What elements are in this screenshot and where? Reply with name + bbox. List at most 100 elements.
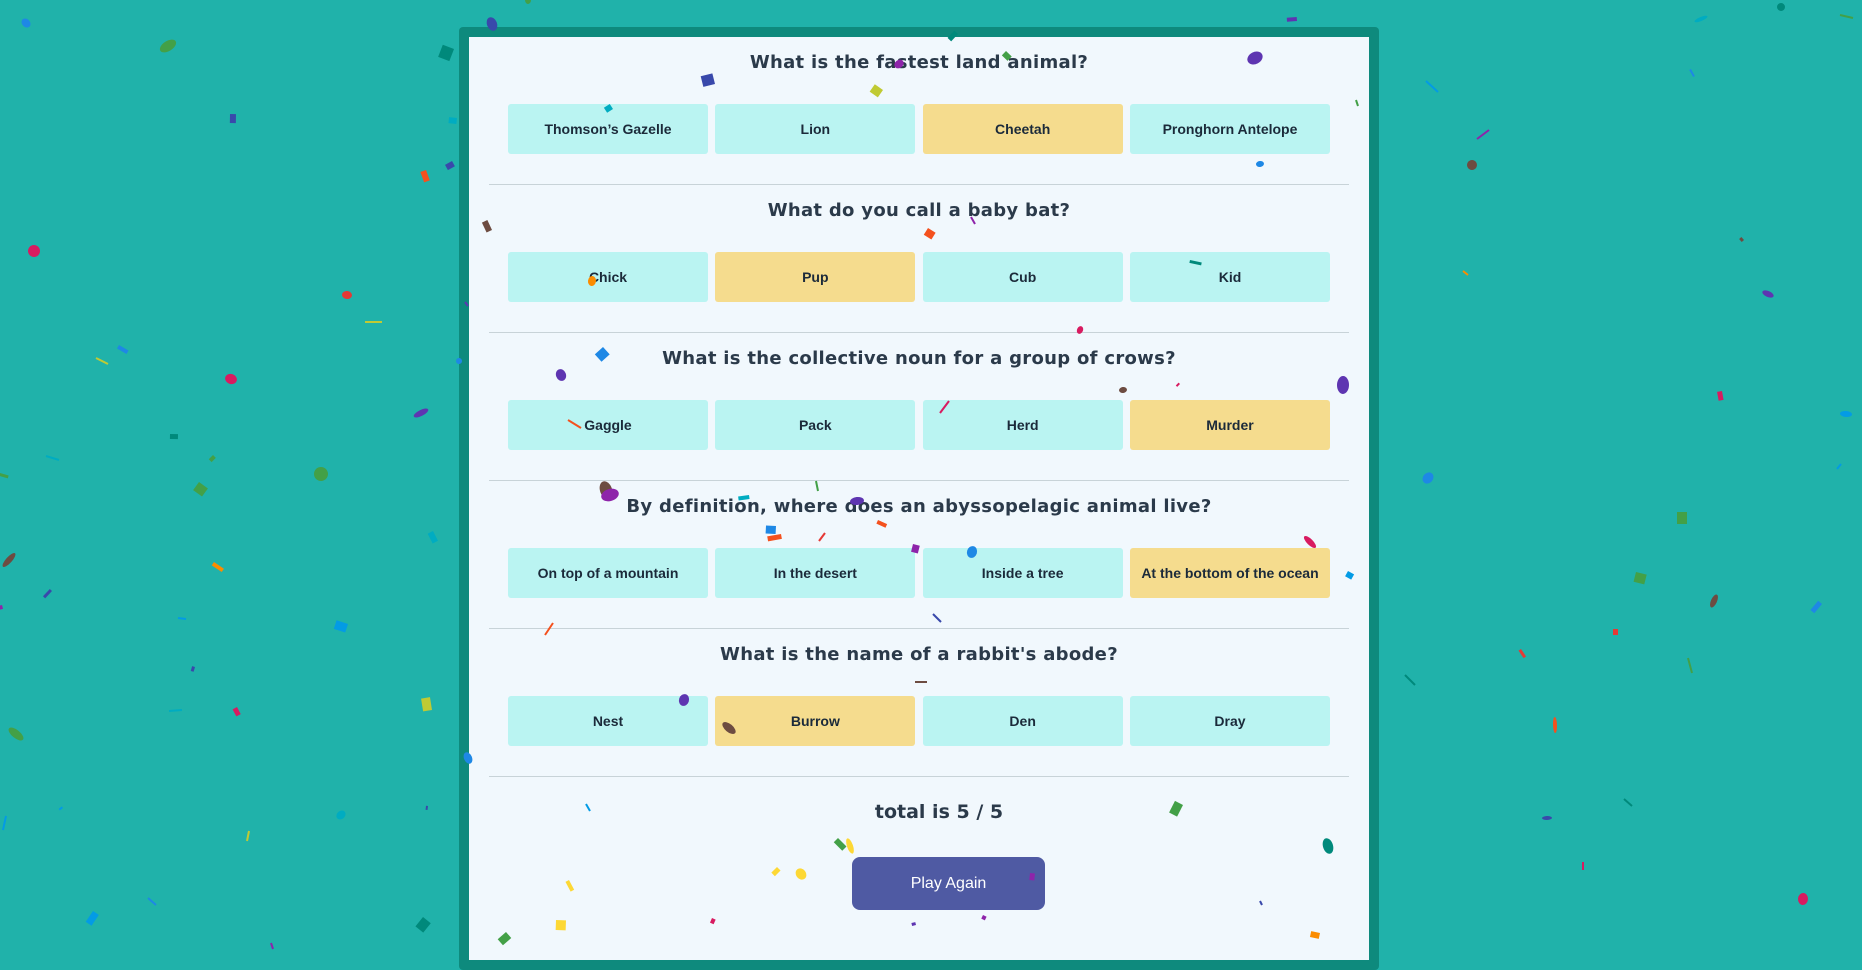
question-block-3: What is the collective noun for a group … <box>489 333 1349 481</box>
score-total: total is 5 / 5 <box>874 801 1004 823</box>
confetti-piece <box>1542 815 1552 821</box>
confetti-piece <box>524 0 532 4</box>
play-again-button[interactable]: Play Again <box>852 857 1045 910</box>
confetti-piece <box>0 604 4 611</box>
confetti-piece <box>1425 80 1439 93</box>
confetti-piece <box>1518 648 1527 659</box>
confetti-piece <box>1739 236 1745 242</box>
confetti-piece <box>1404 674 1416 686</box>
confetti-piece <box>448 117 457 124</box>
answer-option-chick[interactable]: Chick <box>508 252 708 302</box>
confetti-piece <box>1687 657 1693 674</box>
confetti-piece <box>45 455 60 461</box>
answer-option-cheetah[interactable]: Cheetah <box>922 104 1123 154</box>
question-text: What is the name of a rabbit's abode? <box>720 644 1118 665</box>
answer-options: Nest Burrow Den Dray <box>508 696 1330 746</box>
confetti-piece <box>21 18 31 28</box>
confetti-piece <box>425 805 428 810</box>
answer-option-dray[interactable]: Dray <box>1129 696 1330 746</box>
answer-option-on-top-of-a-mountain[interactable]: On top of a mountain <box>508 548 708 598</box>
confetti-piece <box>1710 594 1718 608</box>
confetti-piece <box>1836 463 1842 470</box>
question-block-5: What is the name of a rabbit's abode? Ne… <box>489 629 1349 777</box>
confetti-piece <box>193 482 208 497</box>
answer-option-herd[interactable]: Herd <box>922 400 1123 450</box>
confetti-piece <box>342 290 352 300</box>
confetti-piece <box>1689 69 1695 77</box>
confetti-piece <box>413 408 429 418</box>
confetti-piece <box>0 472 9 479</box>
confetti-piece <box>246 830 250 842</box>
question-text: What is the collective noun for a group … <box>662 348 1176 369</box>
confetti-piece <box>1552 717 1558 733</box>
question-text: By definition, where does an abyssopelag… <box>626 496 1212 517</box>
answer-option-lion[interactable]: Lion <box>715 104 916 154</box>
confetti-piece <box>1762 290 1774 298</box>
confetti-piece <box>1623 798 1633 807</box>
confetti-piece <box>1476 129 1490 140</box>
confetti-piece <box>1810 600 1822 614</box>
confetti-piece <box>1797 893 1809 905</box>
answer-option-pack[interactable]: Pack <box>715 400 916 450</box>
answer-option-kid[interactable]: Kid <box>1129 252 1330 302</box>
confetti-piece <box>232 707 241 717</box>
answer-option-den[interactable]: Den <box>922 696 1123 746</box>
confetti-piece <box>1677 512 1687 524</box>
confetti-piece <box>420 170 430 183</box>
confetti-piece <box>415 916 431 933</box>
answer-option-at-the-bottom-of-the-ocean[interactable]: At the bottom of the ocean <box>1129 548 1330 598</box>
answer-option-pup[interactable]: Pup <box>715 252 916 302</box>
confetti-piece <box>1467 160 1477 170</box>
question-text: What is the fastest land animal? <box>749 52 1089 73</box>
answer-options: Chick Pup Cub Kid <box>508 252 1330 302</box>
answer-options: On top of a mountain In the desert Insid… <box>508 548 1330 598</box>
answer-option-murder[interactable]: Murder <box>1129 400 1330 450</box>
confetti-piece <box>28 245 40 257</box>
answer-option-burrow[interactable]: Burrow <box>715 696 916 746</box>
question-text: What do you call a baby bat? <box>767 200 1071 221</box>
quiz-frame: What is the fastest land animal? Thomson… <box>459 27 1379 970</box>
question-block-2: What do you call a baby bat? Chick Pup C… <box>489 185 1349 333</box>
confetti-piece <box>438 44 454 62</box>
answer-option-pronghorn-antelope[interactable]: Pronghorn Antelope <box>1129 104 1330 154</box>
quiz-card: What is the fastest land animal? Thomson… <box>469 37 1369 960</box>
confetti-piece <box>1776 2 1785 11</box>
confetti-piece <box>1286 17 1297 22</box>
answer-option-inside-a-tree[interactable]: Inside a tree <box>922 548 1123 598</box>
confetti-piece <box>270 942 274 950</box>
confetti-piece <box>2 815 7 831</box>
confetti-piece <box>229 114 236 124</box>
confetti-piece <box>147 897 157 906</box>
confetti-piece <box>2 553 16 567</box>
answer-options: Gaggle Pack Herd Murder <box>508 400 1330 450</box>
confetti-piece <box>427 531 438 544</box>
confetti-piece <box>169 434 178 440</box>
answer-option-nest[interactable]: Nest <box>508 696 708 746</box>
confetti-piece <box>58 806 63 811</box>
confetti-piece <box>117 345 129 354</box>
confetti-piece <box>177 617 187 620</box>
confetti-piece <box>208 454 216 463</box>
confetti-piece <box>1717 391 1724 401</box>
confetti-piece <box>1462 270 1469 276</box>
confetti-piece <box>42 588 53 599</box>
confetti-piece <box>314 467 329 481</box>
confetti-piece <box>168 709 183 712</box>
confetti-piece <box>1694 15 1708 23</box>
confetti-piece <box>159 39 177 53</box>
confetti-piece <box>445 160 455 171</box>
question-block-1: What is the fastest land animal? Thomson… <box>489 37 1349 185</box>
question-block-4: By definition, where does an abyssopelag… <box>489 481 1349 629</box>
confetti-piece <box>225 373 237 385</box>
answer-option-cub[interactable]: Cub <box>922 252 1123 302</box>
confetti-piece <box>1613 629 1618 635</box>
confetti-piece <box>85 911 99 926</box>
answer-option-gaggle[interactable]: Gaggle <box>508 400 708 450</box>
confetti-piece <box>1633 571 1647 585</box>
answer-option-thomsons-gazelle[interactable]: Thomson’s Gazelle <box>508 104 708 154</box>
answer-option-in-the-desert[interactable]: In the desert <box>715 548 916 598</box>
confetti-piece <box>211 562 224 573</box>
confetti-piece <box>8 727 24 741</box>
confetti-piece <box>95 357 109 365</box>
confetti-piece <box>1422 472 1434 484</box>
